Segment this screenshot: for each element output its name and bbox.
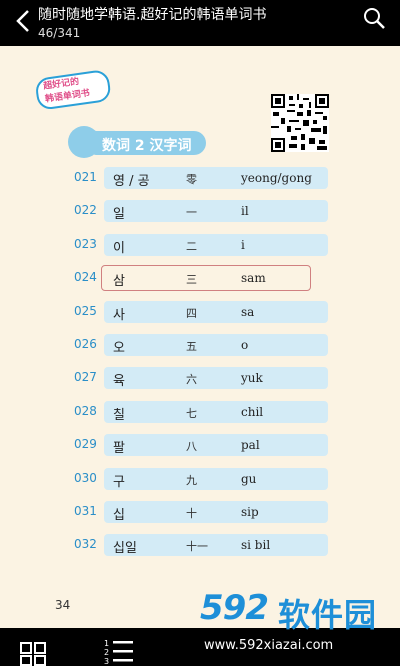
word-row[interactable]: 030 구 九 gu: [0, 467, 400, 490]
word-row[interactable]: 026 오 五 o: [0, 334, 400, 356]
top-bar: 随时随地学韩语.超好记的韩语单词书 46/341: [0, 0, 400, 46]
korean-word: 일: [113, 207, 125, 223]
korean-word: 삼: [113, 274, 125, 290]
thumbnail-grid-icon[interactable]: [20, 642, 48, 666]
hanja-character: 五: [186, 340, 197, 353]
korean-word: 팔: [113, 441, 125, 457]
row-background: [104, 434, 328, 457]
word-row[interactable]: 024 삼 三 sam: [0, 265, 400, 292]
watermark-logo: 592: [200, 588, 269, 628]
row-background: [104, 501, 328, 523]
section-title: 数词 2 汉字词: [102, 138, 192, 154]
hanja-character: 十一: [186, 540, 208, 554]
word-number: 025: [74, 303, 97, 318]
hanja-character: 一: [186, 206, 197, 220]
watermark-name: 软件园: [278, 596, 378, 634]
word-number: 027: [74, 370, 97, 385]
site-watermark: 592 软件园 www.592xiazai.com: [192, 586, 400, 666]
row-background: [104, 300, 328, 323]
romanization: pal: [241, 438, 260, 453]
hanja-character: 九: [186, 473, 197, 487]
qr-code-icon: [271, 94, 329, 152]
page-counter: 46/341: [38, 26, 81, 40]
word-row[interactable]: 029 팔 八 pal: [0, 434, 400, 457]
romanization: gu: [241, 471, 257, 486]
row-background: [104, 367, 328, 390]
row-background: [104, 467, 328, 490]
korean-word: 오: [113, 341, 125, 356]
row-background: [104, 233, 328, 256]
word-number: 022: [74, 203, 97, 218]
romanization: i: [241, 237, 245, 252]
word-row[interactable]: 032 십일 十一 si bil: [0, 534, 400, 557]
svg-text:2: 2: [104, 648, 109, 657]
hanja-character: 四: [186, 306, 197, 320]
romanization: yeong/gong: [241, 171, 312, 185]
romanization: sam: [241, 271, 266, 286]
romanization: yuk: [241, 371, 263, 386]
word-row[interactable]: 031 십 十 sip: [0, 501, 400, 523]
romanization: chil: [241, 404, 264, 419]
word-number: 028: [74, 403, 97, 418]
row-background: [104, 534, 328, 557]
hanja-character: 三: [186, 273, 197, 287]
hanja-character: 六: [186, 373, 197, 387]
romanization: si bil: [241, 538, 271, 553]
korean-word: 육: [113, 374, 125, 390]
korean-word: 십: [113, 508, 125, 523]
korean-word: 칠: [113, 407, 125, 423]
korean-word: 이: [113, 240, 125, 256]
korean-word: 영 / 공: [113, 174, 150, 189]
romanization: il: [241, 204, 249, 219]
word-row[interactable]: 028 칠 七 chil: [0, 400, 400, 423]
row-background: [104, 334, 328, 356]
romanization: sa: [241, 304, 255, 319]
row-background: [101, 265, 311, 292]
hanja-character: 八: [186, 440, 197, 454]
romanization: sip: [241, 505, 259, 519]
korean-word: 십일: [113, 541, 137, 557]
hanja-character: 十: [186, 507, 197, 520]
book-badge: 超好记的 韩语单词书: [34, 68, 112, 111]
word-number: 023: [74, 236, 97, 251]
row-background: [104, 200, 328, 223]
word-number: 021: [74, 170, 97, 184]
word-row[interactable]: 023 이 二 i: [0, 233, 400, 256]
word-number: 030: [74, 470, 97, 485]
hanja-character: 零: [186, 173, 197, 186]
romanization: o: [241, 338, 249, 352]
word-row[interactable]: 022 일 一 il: [0, 200, 400, 223]
mascot-icon: [68, 126, 100, 158]
word-row[interactable]: 021 영 / 공 零 yeong/gong: [0, 167, 400, 189]
word-number: 026: [74, 337, 97, 351]
watermark-url: www.592xiazai.com: [204, 638, 334, 653]
word-number: 032: [74, 537, 97, 552]
hanja-character: 二: [186, 239, 197, 253]
table-of-contents-icon[interactable]: 1 2 3: [104, 638, 134, 666]
section-header: 数词 2 汉字词: [68, 126, 208, 158]
word-row[interactable]: 027 육 六 yuk: [0, 367, 400, 390]
back-arrow-icon[interactable]: [12, 8, 36, 34]
svg-text:1: 1: [104, 639, 109, 648]
hanja-character: 七: [186, 406, 197, 420]
search-icon[interactable]: [362, 6, 386, 30]
book-page[interactable]: 超好记的 韩语单词书 数词 2 汉字词 021 영 / 공 零 yeong/gong 0…: [0, 46, 400, 628]
word-number: 031: [74, 504, 97, 518]
row-background: [104, 400, 328, 423]
word-number: 024: [74, 270, 97, 285]
word-row[interactable]: 025 사 四 sa: [0, 300, 400, 323]
korean-word: 구: [113, 474, 125, 490]
word-number: 029: [74, 437, 97, 452]
page-number: 34: [55, 598, 71, 612]
book-title: 随时随地学韩语.超好记的韩语单词书: [38, 7, 267, 23]
svg-text:3: 3: [104, 657, 109, 666]
korean-word: 사: [113, 307, 125, 323]
